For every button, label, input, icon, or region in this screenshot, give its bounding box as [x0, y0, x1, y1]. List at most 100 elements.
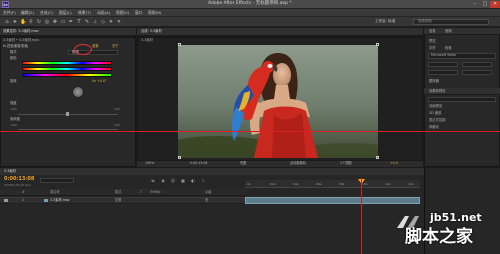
leading-field[interactable]	[462, 62, 492, 67]
transform-handle-tl[interactable]	[178, 43, 181, 46]
motion-blur-icon[interactable]: ◐	[190, 178, 196, 183]
stamp-tool-icon[interactable]: ⊥	[92, 19, 98, 25]
tracking-field[interactable]	[462, 70, 492, 75]
preset-item-3[interactable]: 表达式控制	[429, 118, 445, 122]
tab-info[interactable]: 信息	[429, 29, 436, 33]
viewer-control-bar	[137, 160, 423, 167]
reset-link[interactable]: 重置	[92, 44, 99, 48]
hand-tool-icon[interactable]: ✋	[20, 19, 26, 25]
menu-effect[interactable]: 效果(T)	[78, 11, 91, 15]
viewer-timecode[interactable]: 0:00:13:08	[190, 161, 207, 165]
minimize-button[interactable]: –	[470, 1, 480, 8]
menu-animation[interactable]: 动画(A)	[97, 11, 110, 15]
preset-item-1[interactable]: 动画预设	[429, 104, 442, 108]
graph-editor-icon[interactable]: ⌇	[200, 178, 206, 183]
transform-handle-tr[interactable]	[376, 43, 379, 46]
comp-mini-flowchart-icon[interactable]: ⇆	[150, 178, 156, 183]
type-tool-icon[interactable]: T	[76, 19, 82, 25]
tab-effects-presets[interactable]: 效果和预设	[429, 89, 445, 93]
saturation-slider-track[interactable]	[18, 129, 118, 130]
tab-preview[interactable]: 预览	[429, 39, 436, 43]
exposure-value[interactable]: +0.0	[390, 161, 398, 165]
menu-help[interactable]: 帮助(H)	[148, 11, 161, 15]
hue-gradient-output[interactable]	[22, 67, 112, 71]
zoom-tool-icon[interactable]: ⚲	[28, 19, 34, 25]
tab-composition[interactable]: 合成: 3-3素材	[141, 29, 162, 33]
effect-name[interactable]: fx 四色渐变/彩色	[3, 44, 28, 48]
hue-gradient-input[interactable]	[22, 61, 112, 65]
effect-controls-panel	[0, 37, 136, 167]
workspace-label: 工作区: 标准	[375, 19, 395, 24]
close-button[interactable]: ✕	[490, 1, 500, 8]
maximize-button[interactable]: □	[480, 1, 490, 8]
view-layout-dropdown[interactable]: 1个视图	[340, 161, 352, 165]
watermark-domain: jb51.net	[430, 211, 482, 224]
frame-blend-icon[interactable]: ▦	[180, 178, 186, 183]
menu-file[interactable]: 文件(F)	[3, 11, 16, 15]
font-size-field[interactable]	[428, 62, 458, 67]
brush-tool-icon[interactable]: ✎	[84, 19, 90, 25]
eraser-tool-icon[interactable]: ◇	[100, 19, 106, 25]
tab-paragraph[interactable]: 段落	[445, 46, 452, 50]
selection-tool-icon[interactable]: ➤	[12, 19, 18, 25]
ruler-label-7: 14s	[408, 182, 414, 186]
layer-mode[interactable]: 正常	[115, 198, 121, 202]
saturation-min: -100	[10, 123, 17, 127]
menu-composition[interactable]: 合成(C)	[40, 11, 53, 15]
transform-handle-br[interactable]	[376, 156, 379, 159]
resolution-dropdown[interactable]: 完整	[240, 161, 246, 165]
tracker-label[interactable]: 跟踪器	[429, 79, 439, 83]
parrot-woman-photo	[178, 45, 378, 158]
comp-subtab[interactable]: 3-3素材	[141, 38, 153, 42]
preset-item-2[interactable]: 3D 通道	[429, 111, 441, 115]
timeline-timecode[interactable]: 0:00:13:08	[4, 177, 34, 182]
camera-dropdown[interactable]: 活动摄像机	[290, 161, 306, 165]
strength-slider-knob[interactable]	[66, 112, 69, 116]
menu-window[interactable]: 窗口	[135, 11, 143, 15]
about-link[interactable]: 关于	[112, 44, 119, 48]
timeline-search-input[interactable]	[40, 178, 74, 183]
rotation-value[interactable]: 0x +0.0°	[92, 79, 107, 83]
transform-handle-bl[interactable]	[178, 156, 181, 159]
col-mode[interactable]: 模式	[115, 190, 121, 194]
mask-tool-icon[interactable]: ▭	[60, 19, 66, 25]
tab-effect-controls[interactable]: 效果控件: 3-3素材.mov	[3, 29, 39, 33]
layer-duration-bar[interactable]	[245, 197, 420, 204]
hue-gradient-result[interactable]	[22, 73, 112, 77]
pan-behind-tool-icon[interactable]: ✥	[52, 19, 58, 25]
puppet-tool-icon[interactable]: ✶	[116, 19, 122, 25]
pen-tool-icon[interactable]: ✒	[68, 19, 74, 25]
current-time-indicator[interactable]	[361, 178, 362, 254]
layer-row[interactable]	[0, 197, 245, 204]
workspace-label-text: 工作区:	[375, 19, 387, 23]
menu-layer[interactable]: 图层(L)	[59, 11, 72, 15]
menu-bar	[0, 9, 500, 17]
red-guide-line	[0, 131, 500, 132]
rotate-tool-icon[interactable]: ↻	[36, 19, 42, 25]
layer-parent[interactable]: 无	[205, 198, 208, 202]
layer-name[interactable]: 3-3素材.mov	[50, 198, 70, 202]
comp-frame-image[interactable]	[178, 45, 378, 158]
tab-audio[interactable]: 音频	[445, 29, 452, 33]
roto-brush-icon[interactable]: ✦	[108, 19, 114, 25]
rotation-dial[interactable]	[72, 86, 84, 98]
kerning-field[interactable]	[428, 70, 458, 75]
tab-character[interactable]: 字符	[429, 46, 436, 50]
effects-search-input[interactable]	[428, 97, 496, 102]
draft-3d-icon[interactable]: ◈	[160, 178, 166, 183]
col-parent[interactable]: 父级	[205, 190, 211, 194]
camera-tool-icon[interactable]: ◎	[44, 19, 50, 25]
home-icon[interactable]: ⌂	[4, 19, 10, 25]
eye-icon[interactable]	[4, 199, 8, 202]
color-row-label: 颜色	[10, 56, 17, 60]
preset-item-4[interactable]: 风格化	[429, 125, 439, 129]
col-source-name[interactable]: 源名称	[50, 190, 60, 194]
watermark-site-name: 脚本之家	[405, 227, 473, 247]
menu-edit[interactable]: 编辑(E)	[21, 11, 34, 15]
tab-timeline-comp[interactable]: 3-3素材	[4, 169, 16, 173]
col-trkmat[interactable]: TrkMat	[150, 190, 161, 194]
shy-layers-icon[interactable]: ☺	[170, 178, 176, 183]
menu-view[interactable]: 视图(V)	[116, 11, 129, 15]
workspace-value[interactable]: 标准	[388, 19, 395, 23]
zoom-level[interactable]: 100%	[145, 161, 154, 165]
